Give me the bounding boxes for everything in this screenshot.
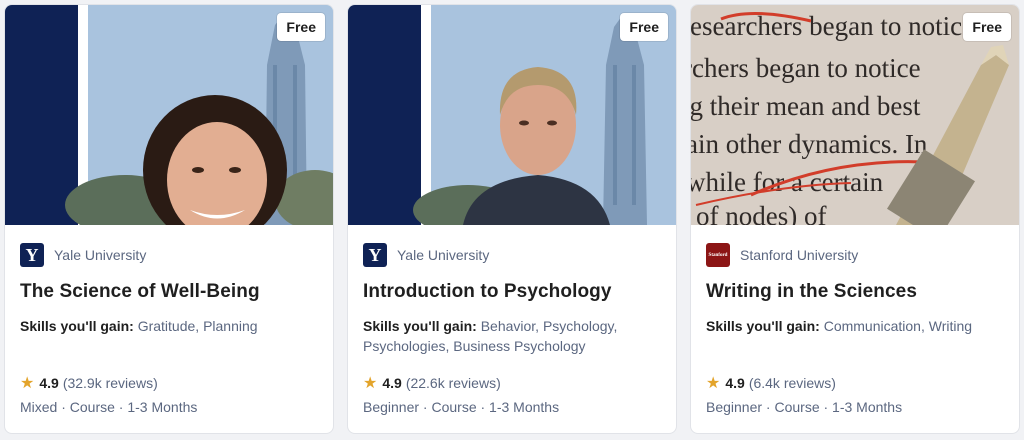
review-count: (6.4k reviews): [748, 375, 836, 391]
rating-row: ★ 4.9 (6.4k reviews): [706, 373, 836, 393]
course-thumbnail: Free: [348, 5, 676, 225]
review-count: (32.9k reviews): [62, 375, 158, 391]
course-thumbnail: Free: [5, 5, 333, 225]
star-icon: ★: [706, 375, 721, 392]
partner-name: Stanford University: [740, 247, 859, 263]
skills-label: Skills you'll gain:: [363, 318, 477, 334]
partner-name: Yale University: [54, 247, 147, 263]
yale-logo-icon: Y: [20, 243, 44, 267]
stanford-logo-icon: Stanford: [706, 243, 730, 267]
course-card[interactable]: researchers began to notice archers bega…: [690, 4, 1020, 434]
rating-score: 4.9: [725, 375, 745, 391]
course-card[interactable]: Free Y Yale University Introduction to P…: [347, 4, 677, 434]
svg-text:archers began to notice: archers began to notice: [691, 53, 921, 83]
star-icon: ★: [363, 375, 378, 392]
skills-text: Skills you'll gain: Communication, Writi…: [706, 316, 1004, 336]
skills-text: Skills you'll gain: Gratitude, Planning: [20, 316, 318, 336]
course-title[interactable]: Introduction to Psychology: [363, 281, 661, 303]
skills-label: Skills you'll gain:: [706, 318, 820, 334]
review-count: (22.6k reviews): [405, 375, 501, 391]
skills-list: Gratitude, Planning: [137, 318, 258, 334]
svg-text:of nodes) of: of nodes) of: [696, 201, 826, 225]
star-icon: ★: [20, 375, 35, 392]
skills-text: Skills you'll gain: Behavior, Psychology…: [363, 316, 661, 356]
partner-row: Stanford Stanford University: [706, 241, 1004, 269]
course-title[interactable]: Writing in the Sciences: [706, 281, 1004, 303]
partner-row: Y Yale University: [363, 241, 661, 269]
free-badge: Free: [963, 13, 1011, 41]
course-meta: Mixed · Course · 1-3 Months: [20, 399, 198, 415]
course-card[interactable]: Free Y Yale University The Science of We…: [4, 4, 334, 434]
svg-text:ain other dynamics. In: ain other dynamics. In: [691, 129, 928, 159]
free-badge: Free: [277, 13, 325, 41]
rating-score: 4.9: [382, 375, 402, 391]
rating-row: ★ 4.9 (32.9k reviews): [20, 373, 158, 393]
partner-name: Yale University: [397, 247, 490, 263]
svg-text:ng their mean and best: ng their mean and best: [691, 91, 921, 121]
skills-list: Communication, Writing: [823, 318, 973, 334]
rating-score: 4.9: [39, 375, 59, 391]
course-meta: Beginner · Course · 1-3 Months: [363, 399, 560, 415]
yale-logo-icon: Y: [363, 243, 387, 267]
course-thumbnail: researchers began to notice archers bega…: [691, 5, 1019, 225]
free-badge: Free: [620, 13, 668, 41]
course-title[interactable]: The Science of Well-Being: [20, 281, 318, 303]
partner-row: Y Yale University: [20, 241, 318, 269]
skills-label: Skills you'll gain:: [20, 318, 134, 334]
course-meta: Beginner · Course · 1-3 Months: [706, 399, 903, 415]
rating-row: ★ 4.9 (22.6k reviews): [363, 373, 501, 393]
